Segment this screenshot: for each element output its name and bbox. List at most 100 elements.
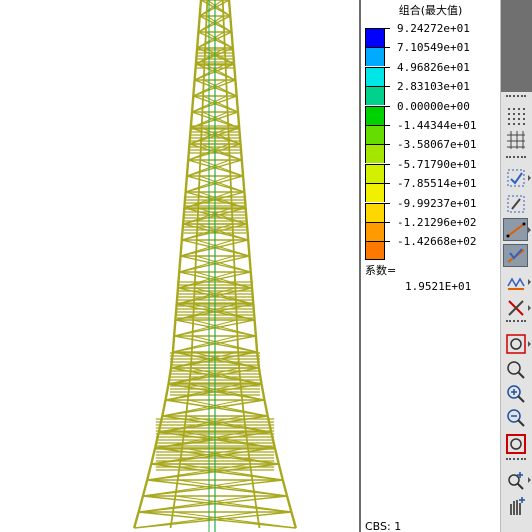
- zoom-out-button[interactable]: [503, 406, 528, 429]
- tower-member: [230, 207, 234, 225]
- dropdown-arrow-icon[interactable]: [528, 175, 531, 181]
- tower-member: [182, 207, 233, 225]
- legend-swatch: [365, 125, 385, 144]
- legend-tick: [385, 222, 390, 223]
- legend-value: -7.85514e+01: [397, 177, 477, 191]
- legend-tick: [385, 47, 390, 49]
- tower-member: [263, 399, 269, 417]
- tower-member: [238, 127, 242, 145]
- tower-member: [195, 239, 198, 257]
- zoom-in-button[interactable]: [503, 382, 528, 405]
- legend-swatch: [365, 183, 385, 203]
- tower-member: [281, 479, 289, 497]
- tower-member: [197, 207, 248, 225]
- beam-display-button[interactable]: [503, 218, 528, 241]
- tower-member: [199, 175, 245, 193]
- tower-member: [137, 495, 145, 513]
- legend-band: 9.24272e+01: [365, 22, 470, 47]
- tower-member: [230, 31, 235, 49]
- legend-swatch: [365, 47, 385, 67]
- beam-display-icon: [506, 222, 525, 237]
- tower-member: [224, 63, 228, 81]
- tower-member: [235, 95, 240, 113]
- tower-member: [227, 127, 230, 145]
- factor-value: 1.9521E+01: [405, 280, 472, 293]
- tower-member: [164, 383, 170, 401]
- tower-member: [146, 463, 153, 481]
- dropdown-arrow-icon[interactable]: [528, 227, 531, 233]
- tower-member: [197, 15, 201, 33]
- tower-member: [178, 255, 182, 273]
- grid-lines-button[interactable]: [503, 128, 528, 151]
- legend-swatch: [365, 222, 385, 241]
- tower-member: [187, 143, 191, 161]
- dropdown-arrow-icon[interactable]: [528, 477, 531, 483]
- zoom-window-button[interactable]: [503, 332, 528, 355]
- legend-tick: [385, 241, 390, 243]
- legend-tick: [385, 144, 390, 146]
- tower-member: [179, 239, 183, 257]
- node-select-button[interactable]: [503, 166, 528, 189]
- tower-member: [198, 0, 203, 17]
- spring-display-button[interactable]: [503, 270, 528, 293]
- tower-member: [171, 335, 176, 353]
- tower-member: [161, 399, 167, 417]
- tower-member: [192, 79, 196, 97]
- tower-member: [180, 223, 185, 241]
- tower-member: [172, 319, 177, 337]
- zoom-out-icon: [506, 408, 525, 427]
- legend-value: -1.42668e+02: [397, 235, 477, 249]
- tower-member: [196, 239, 250, 257]
- tower-member: [273, 447, 280, 465]
- tower-member: [198, 159, 202, 177]
- element-select-button[interactable]: [503, 192, 528, 215]
- tower-member: [253, 319, 258, 337]
- model-viewport[interactable]: [0, 0, 360, 532]
- legend-swatch: [365, 105, 385, 125]
- legend-band: 2.83103e+01: [365, 80, 470, 106]
- tower-member: [174, 479, 179, 497]
- pan-button[interactable]: [503, 468, 528, 491]
- legend-swatch: [365, 144, 385, 164]
- truss-display-button[interactable]: [503, 244, 528, 267]
- tower-member: [245, 223, 250, 241]
- tower-member: [196, 207, 200, 225]
- zoom-dynamic-button[interactable]: [503, 358, 528, 381]
- tower-member: [193, 319, 257, 337]
- tower-member: [173, 319, 237, 337]
- tower-member: [228, 159, 232, 177]
- legend-swatch: [365, 202, 385, 222]
- tower-member: [253, 495, 258, 513]
- grid-dots-button[interactable]: [503, 104, 528, 127]
- legend-swatch: [365, 241, 385, 261]
- legend-tick: [385, 105, 390, 107]
- tower-member: [285, 495, 293, 513]
- zoom-fit-button[interactable]: [503, 432, 528, 455]
- tower-member: [248, 255, 252, 273]
- tower-member: [254, 335, 259, 353]
- legend-band: -5.71790e+01: [365, 158, 476, 183]
- dropdown-arrow-icon[interactable]: [528, 341, 531, 347]
- dropdown-arrow-icon[interactable]: [528, 279, 531, 285]
- zoom-dynamic-icon: [506, 360, 525, 379]
- tower-member: [141, 479, 149, 497]
- legend-tick: [385, 86, 390, 88]
- hand-pan-button[interactable]: [503, 494, 528, 517]
- legend-value: -1.44344e+01: [397, 119, 477, 132]
- tower-member: [185, 175, 231, 193]
- tower-member: [181, 207, 186, 225]
- tower-member: [184, 175, 189, 193]
- toolbar-separator: [506, 156, 526, 159]
- legend-band: -1.21296e+02: [365, 216, 476, 241]
- element-select-icon: [507, 195, 524, 212]
- tower-member: [150, 447, 157, 465]
- tower-member: [172, 335, 238, 353]
- tower-member: [185, 399, 189, 417]
- tower-member: [240, 159, 245, 177]
- tower-member: [241, 175, 246, 193]
- legend-value: -5.71790e+01: [397, 157, 477, 171]
- tower-member: [239, 143, 243, 161]
- cross-display-button[interactable]: [503, 296, 528, 319]
- tower-member: [223, 31, 226, 49]
- dropdown-arrow-icon[interactable]: [528, 305, 531, 311]
